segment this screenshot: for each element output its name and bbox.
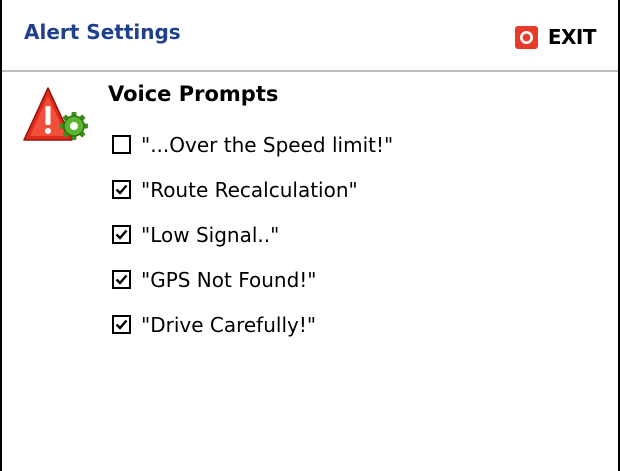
exit-button[interactable]: EXIT xyxy=(514,22,597,52)
option-label: "Low Signal.." xyxy=(141,222,280,247)
checkbox[interactable] xyxy=(112,225,131,244)
option-label: "Route Recalculation" xyxy=(141,177,358,202)
option-route-recalculation[interactable]: "Route Recalculation" xyxy=(112,167,393,212)
option-gps-not-found[interactable]: "GPS Not Found!" xyxy=(112,257,393,302)
option-speed-limit[interactable]: "...Over the Speed limit!" xyxy=(112,122,393,167)
title-bar: Alert Settings EXIT xyxy=(2,0,618,72)
checkbox[interactable] xyxy=(112,315,131,334)
exit-label: EXIT xyxy=(547,25,597,49)
page-title: Alert Settings xyxy=(24,20,181,44)
option-low-signal[interactable]: "Low Signal.." xyxy=(112,212,393,257)
option-label: "...Over the Speed limit!" xyxy=(141,132,394,157)
alert-settings-window: Alert Settings EXIT Voice Prompts "...Ov… xyxy=(0,0,620,471)
option-drive-carefully[interactable]: "Drive Carefully!" xyxy=(112,302,393,347)
voice-prompt-options: "...Over the Speed limit!" "Route Recalc… xyxy=(112,122,393,347)
checkbox[interactable] xyxy=(112,135,131,154)
section-title: Voice Prompts xyxy=(108,82,279,106)
option-label: "GPS Not Found!" xyxy=(141,267,317,292)
exit-icon xyxy=(514,25,538,49)
checkbox[interactable] xyxy=(112,180,131,199)
option-label: "Drive Carefully!" xyxy=(141,312,317,337)
warning-gear-icon xyxy=(22,84,94,146)
checkbox[interactable] xyxy=(112,270,131,289)
